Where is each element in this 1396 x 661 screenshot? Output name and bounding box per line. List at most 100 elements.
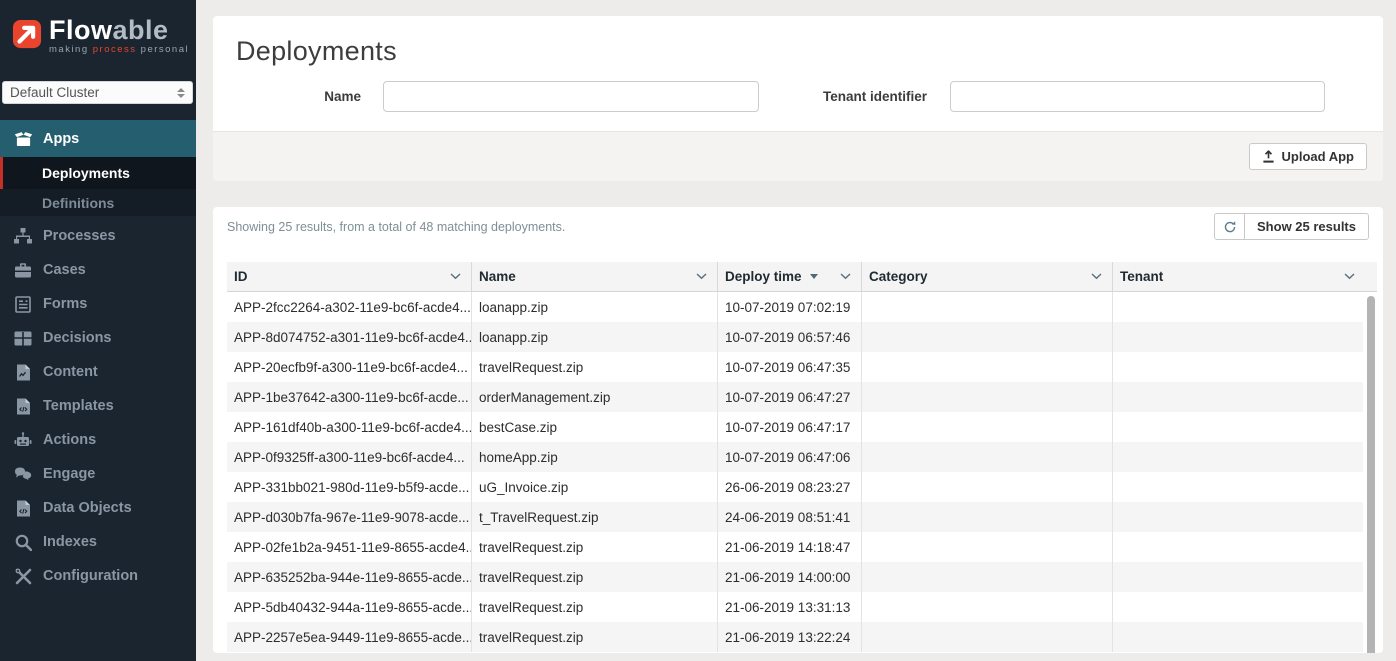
sidebar-item-forms[interactable]: Forms <box>0 290 196 318</box>
table-row[interactable]: APP-2fcc2264-a302-11e9-bc6f-acde4...loan… <box>227 292 1363 322</box>
sidebar-item-engage[interactable]: Engage <box>0 460 196 488</box>
refresh-icon <box>1223 220 1237 234</box>
table-row[interactable]: APP-20ecfb9f-a300-11e9-bc6f-acde4...trav… <box>227 352 1363 382</box>
cell-name: bestCase.zip <box>472 412 718 442</box>
deployments-header-card: Deployments Name Tenant identifier Uploa… <box>213 16 1383 181</box>
cell-id: APP-02fe1b2a-9451-11e9-8655-acde4... <box>227 532 472 562</box>
cell-category <box>862 292 1113 322</box>
chevron-down-icon <box>696 273 707 280</box>
column-header-tenant[interactable]: Tenant <box>1113 262 1377 291</box>
cell-tenant <box>1113 322 1363 352</box>
table-row[interactable]: APP-d030b7fa-967e-11e9-9078-acde...t_Tra… <box>227 502 1363 532</box>
results-card: Showing 25 results, from a total of 48 m… <box>213 207 1383 653</box>
upload-app-button[interactable]: Upload App <box>1249 143 1367 170</box>
cell-id: APP-5db40432-944a-11e9-8655-acde... <box>227 592 472 622</box>
vertical-scrollbar-thumb[interactable] <box>1367 296 1375 653</box>
cell-deploy-time: 21-06-2019 13:22:24 <box>718 622 862 652</box>
cell-id: APP-2257e5ea-9449-11e9-8655-acde... <box>227 622 472 652</box>
cell-deploy-time: 10-07-2019 07:02:19 <box>718 292 862 322</box>
sidebar-item-apps[interactable]: Apps <box>0 120 196 157</box>
tenant-filter-label: Tenant identifier <box>823 89 950 104</box>
sidebar-nav: Apps Deployments Definitions Processes <box>0 120 196 590</box>
cell-id: APP-d030b7fa-967e-11e9-9078-acde... <box>227 502 472 532</box>
column-header-name[interactable]: Name <box>472 262 718 291</box>
chevron-down-icon <box>450 273 461 280</box>
cell-tenant <box>1113 562 1363 592</box>
sidebar-item-label: Templates <box>43 398 114 414</box>
table-row[interactable]: APP-161df40b-a300-11e9-bc6f-acde4...best… <box>227 412 1363 442</box>
cell-tenant <box>1113 412 1363 442</box>
sidebar-item-cases[interactable]: Cases <box>0 256 196 284</box>
cluster-select-value: Default Cluster <box>10 85 99 100</box>
cell-name: travelRequest.zip <box>472 532 718 562</box>
sidebar-item-label: Configuration <box>43 568 138 584</box>
sidebar-item-label: Forms <box>43 296 87 312</box>
brand-name: Flowable <box>49 17 189 43</box>
sidebar-item-label: Deployments <box>42 165 130 181</box>
column-header-deploy-time[interactable]: Deploy time <box>718 262 862 291</box>
cases-icon <box>13 262 33 278</box>
cell-deploy-time: 21-06-2019 13:31:13 <box>718 592 862 622</box>
cell-deploy-time: 10-07-2019 06:57:46 <box>718 322 862 352</box>
cell-category <box>862 562 1113 592</box>
refresh-button[interactable] <box>1214 213 1245 240</box>
sidebar-item-label: Engage <box>43 466 95 482</box>
sidebar-item-templates[interactable]: Templates <box>0 392 196 420</box>
sidebar-item-content[interactable]: Content <box>0 358 196 386</box>
chevron-down-icon <box>1091 273 1102 280</box>
sidebar-item-label: Processes <box>43 228 116 244</box>
actions-icon <box>13 432 33 448</box>
cell-category <box>862 502 1113 532</box>
cell-tenant <box>1113 442 1363 472</box>
cell-tenant <box>1113 472 1363 502</box>
table-row[interactable]: APP-8d074752-a301-11e9-bc6f-acde4...loan… <box>227 322 1363 352</box>
cell-id: APP-20ecfb9f-a300-11e9-bc6f-acde4... <box>227 352 472 382</box>
sidebar-item-deployments[interactable]: Deployments <box>0 157 196 189</box>
sidebar-item-label: Actions <box>43 432 96 448</box>
sidebar-item-actions[interactable]: Actions <box>0 426 196 454</box>
processes-icon <box>13 228 33 244</box>
sidebar-item-indexes[interactable]: Indexes <box>0 528 196 556</box>
sidebar-item-definitions[interactable]: Definitions <box>0 189 196 216</box>
cell-category <box>862 382 1113 412</box>
cell-deploy-time: 21-06-2019 14:00:00 <box>718 562 862 592</box>
sidebar-item-decisions[interactable]: Decisions <box>0 324 196 352</box>
cell-name: travelRequest.zip <box>472 622 718 652</box>
cell-deploy-time: 26-06-2019 08:23:27 <box>718 472 862 502</box>
sidebar-item-data-objects[interactable]: Data Objects <box>0 494 196 522</box>
flowable-logo-icon <box>12 19 42 49</box>
apps-icon <box>13 130 33 147</box>
cell-id: APP-0f9325ff-a300-11e9-bc6f-acde4... <box>227 442 472 472</box>
table-header: ID Name Deploy time Category <box>227 262 1377 292</box>
name-filter-input[interactable] <box>383 81 759 112</box>
brand-name-light: able <box>113 15 169 45</box>
cell-category <box>862 532 1113 562</box>
column-header-id[interactable]: ID <box>227 262 472 291</box>
sidebar-item-configuration[interactable]: Configuration <box>0 562 196 590</box>
tenant-filter-input[interactable] <box>950 81 1325 112</box>
table-row[interactable]: APP-5db40432-944a-11e9-8655-acde...trave… <box>227 592 1363 622</box>
cell-name: orderManagement.zip <box>472 382 718 412</box>
column-header-category[interactable]: Category <box>862 262 1113 291</box>
data-objects-icon <box>13 500 33 517</box>
content-icon <box>13 364 33 381</box>
cell-deploy-time: 10-07-2019 06:47:17 <box>718 412 862 442</box>
cell-name: uG_Invoice.zip <box>472 472 718 502</box>
cell-tenant <box>1113 592 1363 622</box>
table-row[interactable]: APP-2257e5ea-9449-11e9-8655-acde...trave… <box>227 622 1363 652</box>
cluster-select[interactable]: Default Cluster <box>2 81 193 104</box>
cell-tenant <box>1113 622 1363 652</box>
sidebar-item-processes[interactable]: Processes <box>0 222 196 250</box>
flowable-logo: Flowable making process personal <box>0 0 196 64</box>
app-root: Flowable making process personal Default… <box>0 0 1396 661</box>
table-row[interactable]: APP-1be37642-a300-11e9-bc6f-acde...order… <box>227 382 1363 412</box>
show-results-button[interactable]: Show 25 results <box>1244 213 1369 240</box>
table-row[interactable]: APP-635252ba-944e-11e9-8655-acde...trave… <box>227 562 1363 592</box>
cell-id: APP-161df40b-a300-11e9-bc6f-acde4... <box>227 412 472 442</box>
table-row[interactable]: APP-02fe1b2a-9451-11e9-8655-acde4...trav… <box>227 532 1363 562</box>
table-row[interactable]: APP-0f9325ff-a300-11e9-bc6f-acde4...home… <box>227 442 1363 472</box>
results-summary: Showing 25 results, from a total of 48 m… <box>227 213 565 234</box>
engage-icon <box>13 466 33 482</box>
table-row[interactable]: APP-331bb021-980d-11e9-b5f9-acde...uG_In… <box>227 472 1363 502</box>
cell-category <box>862 472 1113 502</box>
